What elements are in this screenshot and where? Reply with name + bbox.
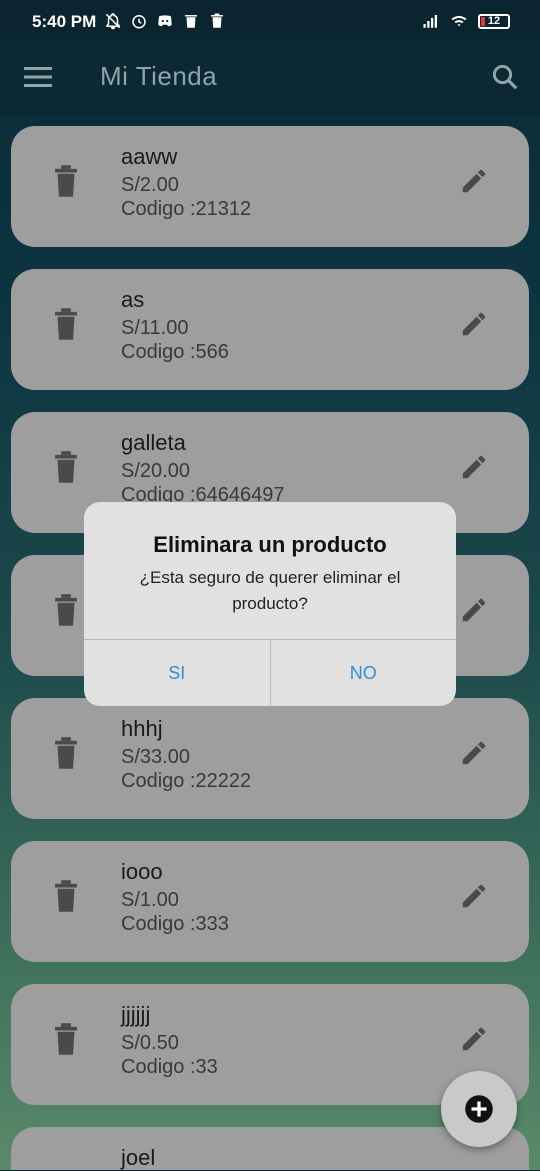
confirm-no-button[interactable]: NO <box>269 640 457 706</box>
dialog-actions: SI NO <box>84 639 456 706</box>
confirm-yes-button[interactable]: SI <box>84 640 270 706</box>
dialog-title: Eliminara un producto <box>153 532 387 557</box>
dialog-message: ¿Esta seguro de querer eliminar el produ… <box>139 568 401 613</box>
confirm-delete-dialog: Eliminara un producto ¿Esta seguro de qu… <box>84 502 456 706</box>
